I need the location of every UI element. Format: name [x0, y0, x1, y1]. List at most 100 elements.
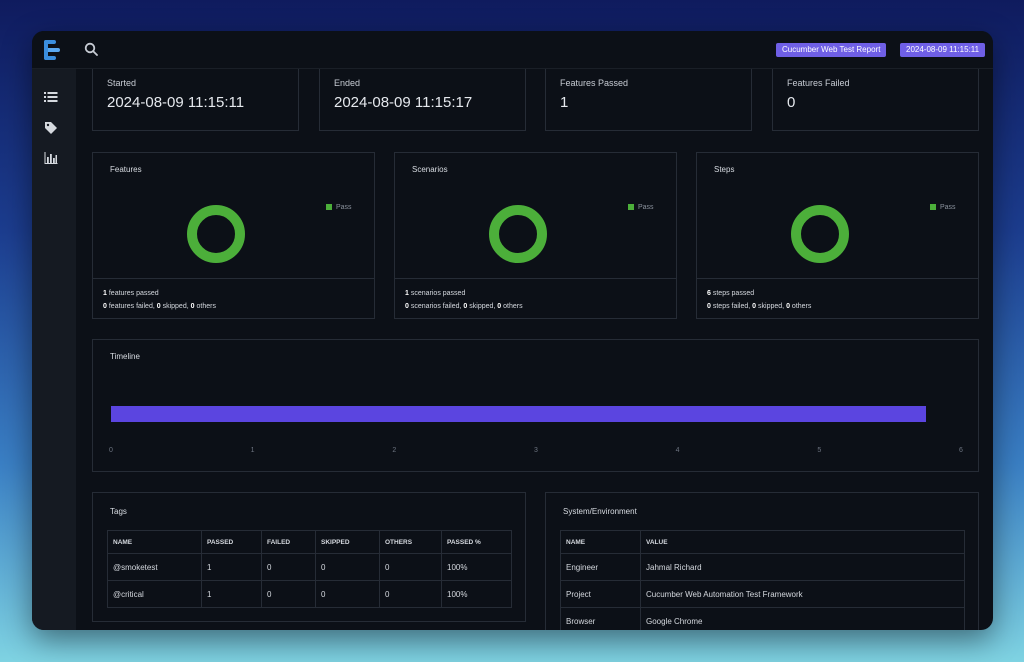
timeline-tick-label: 3 — [534, 447, 538, 454]
timeline-tick-label: 2 — [392, 447, 397, 454]
pass-arc[interactable] — [791, 205, 849, 263]
stat-value: 1 — [560, 94, 569, 111]
stat-label: Features Failed — [787, 78, 850, 88]
tag-name-cell[interactable]: @critical — [107, 580, 202, 608]
panel-title: System/Environment — [563, 507, 637, 516]
steps-donut-chart[interactable] — [789, 203, 851, 265]
stat-card-ended: Ended 2024-08-09 11:15:17 — [319, 69, 526, 131]
table-cell: 0 — [261, 553, 316, 581]
stat-label: Started — [107, 78, 137, 88]
features-donut-chart[interactable] — [185, 203, 247, 265]
table-cell: Project — [560, 580, 641, 608]
timeline-bar[interactable] — [111, 406, 926, 422]
table-row[interactable]: @smoketest 1 0 0 0 100% — [107, 553, 512, 581]
panel-summary: 1 scenarios passed 0 scenarios failed, 0… — [395, 278, 676, 313]
skipped-count: 0 — [752, 303, 757, 310]
tag-name-cell[interactable]: @smoketest — [107, 553, 202, 581]
failed-text: scenarios failed, — [410, 303, 462, 310]
pass-arc[interactable] — [187, 205, 245, 263]
bar-chart-icon[interactable] — [44, 151, 58, 165]
column-header[interactable]: NAME — [560, 530, 641, 554]
environment-panel: System/Environment NAME VALUE Engineer J… — [545, 492, 979, 630]
timeline-tick-label: 1 — [250, 447, 255, 454]
column-header[interactable]: NAME — [107, 530, 202, 554]
passed-text: steps passed — [712, 290, 755, 297]
column-header[interactable]: SKIPPED — [315, 530, 380, 554]
top-bar: Cucumber Web Test Report 2024-08-09 11:1… — [32, 31, 993, 69]
timeline-tick-label: 4 — [675, 447, 680, 454]
stat-value: 0 — [787, 94, 796, 111]
main-content: Started 2024-08-09 11:15:11 Ended 2024-0… — [76, 69, 993, 630]
pass-swatch — [930, 204, 936, 210]
stat-label: Ended — [334, 78, 361, 88]
failed-count: 0 — [707, 303, 711, 310]
table-row[interactable]: @critical 1 0 0 0 100% — [107, 580, 512, 608]
column-header[interactable]: PASSED — [201, 530, 262, 554]
scenarios-donut-chart[interactable] — [487, 203, 549, 265]
column-header[interactable]: FAILED — [261, 530, 316, 554]
passed-count: 6 — [707, 290, 711, 297]
legend-item[interactable]: Pass — [930, 204, 956, 211]
stat-label: Features Passed — [560, 78, 629, 88]
table-cell: 0 — [379, 580, 442, 608]
others-text: others — [791, 303, 812, 310]
passed-text: features passed — [108, 290, 159, 297]
skipped-text: skipped, — [162, 303, 189, 310]
legend-label: Pass — [638, 204, 654, 211]
table-header-row: NAME VALUE — [560, 530, 965, 554]
table-cell: 0 — [261, 580, 316, 608]
environment-table: NAME VALUE Engineer Jahmal Richard Proje… — [560, 530, 965, 630]
panel-title: Scenarios — [412, 165, 448, 174]
table-header-row: NAME PASSED FAILED SKIPPED OTHERS PASSED… — [107, 530, 512, 554]
table-cell: Jahmal Richard — [640, 553, 965, 581]
search-icon[interactable] — [84, 42, 98, 56]
column-header[interactable]: OTHERS — [379, 530, 442, 554]
table-cell: Engineer — [560, 553, 641, 581]
others-count: 0 — [786, 303, 790, 310]
others-text: others — [196, 303, 216, 310]
table-cell: Google Chrome — [640, 607, 965, 630]
timeline-panel: Timeline 0 1 2 3 4 5 6 — [92, 339, 979, 472]
skipped-count: 0 — [156, 303, 161, 310]
timeline-tick-label: 6 — [959, 447, 963, 454]
table-cell: 0 — [315, 553, 380, 581]
panel-title: Steps — [714, 165, 735, 174]
legend-label: Pass — [336, 204, 352, 211]
table-row: Browser Google Chrome — [560, 607, 965, 630]
timeline-tick-label: 5 — [817, 447, 822, 454]
stat-value: 2024-08-09 11:15:11 — [107, 94, 245, 111]
pass-swatch — [326, 204, 332, 210]
steps-panel: Steps Pass 6 steps passed 0 steps failed… — [696, 152, 979, 319]
list-icon[interactable] — [44, 90, 58, 104]
panel-title: Timeline — [110, 352, 140, 361]
app-logo-icon[interactable] — [44, 38, 62, 62]
pass-arc[interactable] — [489, 205, 547, 263]
report-date-badge: 2024-08-09 11:15:11 — [900, 43, 986, 57]
sidebar — [32, 69, 76, 630]
panel-summary: 1 features passed 0 features failed, 0 s… — [93, 278, 374, 313]
failed-count: 0 — [103, 303, 107, 310]
tag-icon[interactable] — [44, 121, 58, 135]
failed-count: 0 — [405, 303, 409, 310]
features-panel: Features Pass 1 features passed 0 featur… — [92, 152, 375, 319]
panel-title: Features — [110, 165, 142, 174]
skipped-count: 0 — [463, 303, 468, 310]
stat-card-started: Started 2024-08-09 11:15:11 — [92, 69, 299, 131]
tags-panel: Tags NAME PASSED FAILED SKIPPED OTHERS P… — [92, 492, 526, 622]
table-cell: 100% — [441, 580, 512, 608]
legend-item[interactable]: Pass — [326, 204, 352, 211]
column-header[interactable]: PASSED % — [441, 530, 512, 554]
tags-table: NAME PASSED FAILED SKIPPED OTHERS PASSED… — [107, 530, 512, 608]
legend-item[interactable]: Pass — [628, 204, 654, 211]
others-count: 0 — [190, 303, 195, 310]
column-header[interactable]: VALUE — [640, 530, 965, 554]
others-count: 0 — [497, 303, 502, 310]
table-row: Project Cucumber Web Automation Test Fra… — [560, 580, 965, 608]
table-cell: Cucumber Web Automation Test Framework — [640, 580, 965, 608]
others-text: others — [503, 303, 523, 310]
failed-text: steps failed, — [712, 303, 751, 310]
table-cell: 1 — [201, 580, 262, 608]
timeline-tick-label: 0 — [109, 447, 113, 454]
table-cell: 1 — [201, 553, 262, 581]
skipped-text: skipped, — [469, 303, 496, 310]
